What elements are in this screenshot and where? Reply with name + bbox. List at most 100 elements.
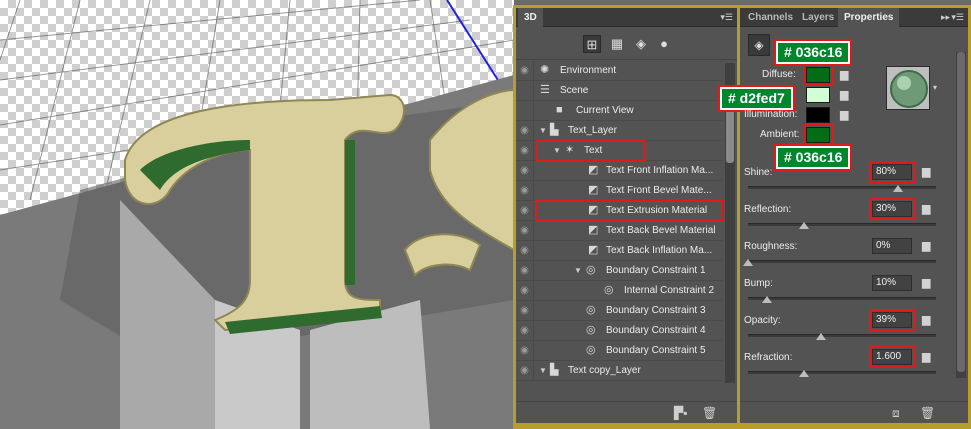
tree-row[interactable]: ☰ Scene — [516, 81, 723, 101]
tree-row[interactable]: ◉ ◎ Internal Constraint 2 — [516, 281, 723, 301]
eye-icon[interactable]: ◉ — [516, 301, 534, 320]
folder-icon[interactable]: ▆ — [922, 278, 936, 289]
slider-value-field[interactable]: 0% — [872, 238, 912, 254]
eye-icon[interactable]: ◉ — [516, 241, 534, 260]
tree-row[interactable]: ◉ ▼ ▙ Text copy_Layer — [516, 361, 723, 381]
trash-icon[interactable]: 🗑 — [920, 406, 935, 420]
tree-label: Boundary Constraint 1 — [606, 265, 706, 276]
tree-row[interactable]: ◉ ◩ Text Back Bevel Material — [516, 221, 723, 241]
tree-row[interactable]: ◉ ◎ Boundary Constraint 4 — [516, 321, 723, 341]
material-preview[interactable] — [886, 66, 930, 110]
eye-icon[interactable]: ◉ — [516, 121, 534, 140]
folder-icon[interactable]: ▆ — [922, 352, 936, 363]
tree-row[interactable]: ◉ ◎ Boundary Constraint 3 — [516, 301, 723, 321]
illumination-label: Illumination: — [744, 109, 798, 120]
tree-label: Text Back Bevel Material — [606, 225, 716, 236]
panel-frame: 3D ▾☰ ⊞ ▦ ◈ ● ◉ ✺ Environment ☰ Scene ■ — [513, 5, 971, 429]
eye-icon[interactable]: ◉ — [516, 361, 534, 380]
folder-icon[interactable]: ▆ — [922, 204, 936, 215]
tab-layers[interactable]: Layers — [796, 8, 840, 27]
meshes-icon[interactable]: ▦ — [608, 35, 626, 53]
slider-track[interactable] — [748, 334, 936, 337]
tree-row[interactable]: ◉ ◎ Boundary Constraint 5 — [516, 341, 723, 361]
eye-icon[interactable]: ◉ — [516, 61, 534, 80]
ambient-color-callout: # 036c16 — [773, 144, 853, 171]
properties-footer: ⧈ 🗑 — [740, 401, 968, 423]
tab-channels[interactable]: Channels — [742, 8, 799, 27]
eye-icon[interactable]: ◉ — [516, 281, 534, 300]
constraint-icon: ◎ — [586, 324, 596, 336]
slider-track[interactable] — [748, 186, 936, 189]
eye-icon[interactable]: ◉ — [516, 161, 534, 180]
slider-track[interactable] — [748, 297, 936, 300]
tree-label: Scene — [560, 85, 589, 96]
slider-knob[interactable] — [799, 222, 810, 229]
panel-menu-icon[interactable]: ▾☰ — [951, 8, 964, 27]
new-object-icon[interactable]: ▛▪ — [674, 406, 687, 420]
material-mode-icon[interactable]: ◈ — [748, 34, 770, 56]
folder-icon[interactable]: ▆ — [840, 90, 854, 101]
scrollbar-thumb[interactable] — [957, 52, 965, 372]
tree-row[interactable]: ◉ ◩ Text Front Inflation Ma... — [516, 161, 723, 181]
properties-scrollbar[interactable] — [956, 52, 966, 378]
slider-knob[interactable] — [799, 370, 810, 377]
diffuse-highlight-box — [803, 64, 834, 86]
extrusion-highlight-box — [535, 200, 723, 222]
collapse-icon[interactable]: ▸▸ — [941, 8, 950, 27]
expand-triangle-icon[interactable]: ▼ — [539, 361, 547, 380]
expand-triangle-icon[interactable]: ▼ — [539, 121, 547, 140]
layer-folder-icon: ▙ — [550, 364, 559, 376]
canvas-viewport[interactable] — [0, 0, 514, 429]
eye-icon[interactable]: ◉ — [516, 341, 534, 360]
eye-icon[interactable]: ◉ — [516, 201, 534, 220]
slider-track[interactable] — [748, 371, 936, 374]
text-highlight-box — [536, 140, 646, 162]
slider-value-field[interactable]: 10% — [872, 275, 912, 291]
tree-row[interactable]: ◉ ✺ Environment — [516, 61, 723, 81]
whole-scene-icon[interactable]: ⊞ — [583, 35, 601, 53]
ambient-label: Ambient: — [760, 129, 800, 140]
tree-label: Text Front Inflation Ma... — [606, 165, 714, 176]
tree-row[interactable]: ■ Current View — [516, 101, 723, 121]
materials-icon[interactable]: ◈ — [632, 35, 650, 53]
expand-triangle-icon[interactable]: ▼ — [574, 261, 582, 280]
material-icon: ◩ — [588, 224, 599, 236]
tab-properties[interactable]: Properties — [838, 8, 900, 27]
3d-filter-toolbar: ⊞ ▦ ◈ ● — [516, 28, 737, 60]
lights-icon[interactable]: ● — [655, 35, 673, 53]
tab-3d[interactable]: 3D — [518, 8, 543, 27]
slider-knob[interactable] — [743, 259, 753, 266]
specular-color-callout: # d2fed7 — [718, 85, 795, 112]
folder-icon[interactable]: ▆ — [922, 167, 936, 178]
specular-swatch[interactable] — [806, 87, 830, 103]
folder-icon[interactable]: ▆ — [922, 241, 936, 252]
preview-dropdown-icon[interactable]: ▾ — [933, 82, 947, 93]
folder-icon[interactable]: ▆ — [922, 315, 936, 326]
tree-row[interactable]: ◉ ▼ ◎ Boundary Constraint 1 — [516, 261, 723, 281]
render-icon[interactable]: ⧈ — [892, 406, 900, 421]
eye-icon[interactable]: ◉ — [516, 141, 534, 160]
eye-icon[interactable]: ◉ — [516, 181, 534, 200]
slider-track[interactable] — [748, 223, 936, 226]
properties-tab-bar: Channels Layers Properties ▸▸ ▾☰ — [740, 8, 968, 27]
eye-icon[interactable]: ◉ — [516, 221, 534, 240]
tree-row[interactable]: ◉ ▼ ▙ Text_Layer — [516, 121, 723, 141]
tree-row[interactable]: ◉ ◩ Text Front Bevel Mate... — [516, 181, 723, 201]
tree-row[interactable]: ◉ ◩ Text Back Inflation Ma... — [516, 241, 723, 261]
eye-icon[interactable]: ◉ — [516, 261, 534, 280]
slider-knob[interactable] — [816, 333, 827, 340]
trash-icon[interactable]: 🗑 — [702, 406, 717, 420]
eye-icon[interactable] — [516, 101, 534, 120]
illumination-swatch[interactable] — [806, 107, 830, 123]
eye-icon[interactable] — [516, 81, 534, 100]
folder-icon[interactable]: ▆ — [840, 70, 854, 81]
folder-icon[interactable]: ▆ — [840, 110, 854, 121]
panel-menu-icon[interactable]: ▾☰ — [720, 8, 733, 27]
slider-knob[interactable] — [761, 296, 772, 303]
slider-knob[interactable] — [893, 185, 904, 192]
tree-scrollbar[interactable] — [725, 63, 735, 383]
3d-text-render — [0, 0, 514, 429]
slider-track[interactable] — [748, 260, 936, 263]
material-icon: ◩ — [588, 164, 599, 176]
eye-icon[interactable]: ◉ — [516, 321, 534, 340]
